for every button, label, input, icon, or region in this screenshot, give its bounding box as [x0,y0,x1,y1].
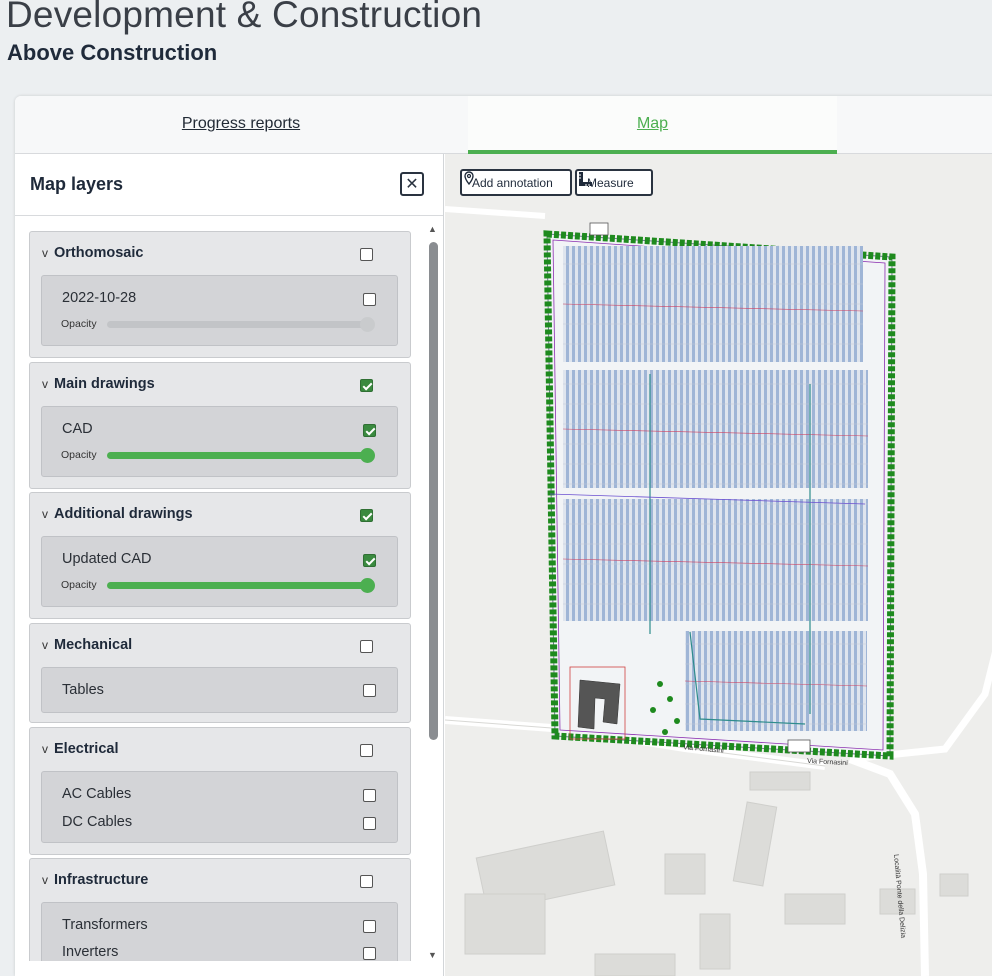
layer-items-electrical: AC Cables DC Cables [41,771,398,843]
layer-item-checkbox[interactable] [363,789,376,802]
layer-group-mechanical-checkbox[interactable] [360,640,373,653]
layer-item-label: CAD [62,421,93,437]
page-subtitle: Above Construction [7,40,218,65]
scroll-up-arrow-icon[interactable]: ▲ [428,224,437,234]
map-layers-panel: Map layers ✕ v Orthomosaic 2022-10-28 Opa… [15,154,444,976]
layer-group-infrastructure: v Infrastructure Transformers Inverters [29,858,411,961]
map-layers-title: Map layers [30,174,124,194]
opacity-slider[interactable] [107,452,374,459]
tab-progress-reports[interactable]: Progress reports [15,96,467,150]
layer-item-updated-cad: Updated CAD Opacity [41,536,398,607]
layers-scrollbar[interactable]: ▲ ▼ [427,224,439,964]
layer-group-title: Electrical [54,741,119,757]
chevron-down-icon: v [42,246,48,260]
layer-item-checkbox[interactable] [363,920,376,933]
layer-group-electrical-toggle[interactable]: v Electrical [42,741,119,757]
layer-group-additional-drawings-checkbox[interactable] [360,509,373,522]
opacity-label: Opacity [61,449,97,461]
page-title: Development & Construction [6,0,483,35]
chevron-down-icon: v [42,638,48,652]
scroll-down-arrow-icon[interactable]: ▼ [428,950,437,960]
layer-items-infrastructure: Transformers Inverters [41,902,398,961]
layer-group-mechanical: v Mechanical Tables [29,623,411,723]
site-plan-map [445,206,992,976]
layer-item-label: Updated CAD [62,551,152,567]
layer-item-checkbox[interactable] [363,293,376,306]
tab-map[interactable]: Map [468,96,837,154]
measure-label: Measure [587,175,634,190]
layer-group-infrastructure-checkbox[interactable] [360,875,373,888]
opacity-slider[interactable] [107,321,374,328]
layer-item-checkbox[interactable] [363,947,376,960]
layer-group-electrical-checkbox[interactable] [360,744,373,757]
layer-group-main-drawings-toggle[interactable]: v Main drawings [42,376,155,392]
layer-group-main-drawings-checkbox[interactable] [360,379,373,392]
add-annotation-label: Add annotation [472,175,553,190]
layer-group-title: Infrastructure [54,872,149,888]
tab-bar: Progress reports Map [15,96,992,154]
opacity-slider-thumb[interactable] [360,578,375,593]
chevron-down-icon: v [42,507,48,521]
opacity-label: Opacity [61,318,97,330]
layer-group-main-drawings: v Main drawings CAD Opacity [29,362,411,489]
layer-item-label: Tables [62,682,104,698]
layer-item-tables: Tables [41,667,398,713]
measure-button[interactable]: Measure [575,169,653,196]
layer-group-electrical: v Electrical AC Cables DC Cables [29,727,411,855]
scrollbar-thumb[interactable] [429,242,438,740]
opacity-label: Opacity [61,579,97,591]
layer-group-title: Additional drawings [54,506,193,522]
layer-item-label: AC Cables [62,786,132,802]
layer-group-additional-drawings-toggle[interactable]: v Additional drawings [42,506,193,522]
layer-item-label: DC Cables [62,814,133,830]
close-button[interactable]: ✕ [400,172,424,196]
layer-item-label: Inverters [62,944,119,960]
add-annotation-button[interactable]: Add annotation [460,169,572,196]
buildings [464,771,969,976]
layer-item-orthomosaic-2022-10-28: 2022-10-28 Opacity [41,275,398,346]
layer-group-orthomosaic: v Orthomosaic 2022-10-28 Opacity [29,231,411,358]
layer-item-checkbox[interactable] [363,684,376,697]
layer-group-mechanical-toggle[interactable]: v Mechanical [42,637,132,653]
layer-item-label: Transformers [62,917,148,933]
layer-item-checkbox[interactable] [363,424,376,437]
layer-group-orthomosaic-checkbox[interactable] [360,248,373,261]
layer-group-title: Main drawings [54,376,155,392]
layer-item-cad: CAD Opacity [41,406,398,477]
layer-group-orthomosaic-toggle[interactable]: v Orthomosaic [42,245,143,261]
layer-group-title: Orthomosaic [54,245,144,261]
layer-group-title: Mechanical [54,637,133,653]
layer-item-checkbox[interactable] [363,817,376,830]
cabin [787,739,811,753]
map-canvas[interactable]: Add annotation Measure Via Fornasini Via… [445,154,992,976]
chevron-down-icon: v [42,377,48,391]
chevron-down-icon: v [42,742,48,756]
cabin [589,222,609,236]
layer-item-label: 2022-10-28 [62,290,137,306]
opacity-slider-thumb[interactable] [360,317,375,332]
opacity-slider[interactable] [107,582,374,589]
layers-list: v Orthomosaic 2022-10-28 Opacity v Main dr… [29,231,411,961]
layer-group-additional-drawings: v Additional drawings Updated CAD Opacity [29,492,411,619]
map-layers-header: Map layers ✕ [15,154,443,216]
layer-group-infrastructure-toggle[interactable]: v Infrastructure [42,872,148,888]
chevron-down-icon: v [42,873,48,887]
content-card: Progress reports Map Map layers ✕ v Ortho… [15,96,992,976]
opacity-slider-thumb[interactable] [360,448,375,463]
close-icon: ✕ [405,176,419,193]
layer-item-checkbox[interactable] [363,554,376,567]
